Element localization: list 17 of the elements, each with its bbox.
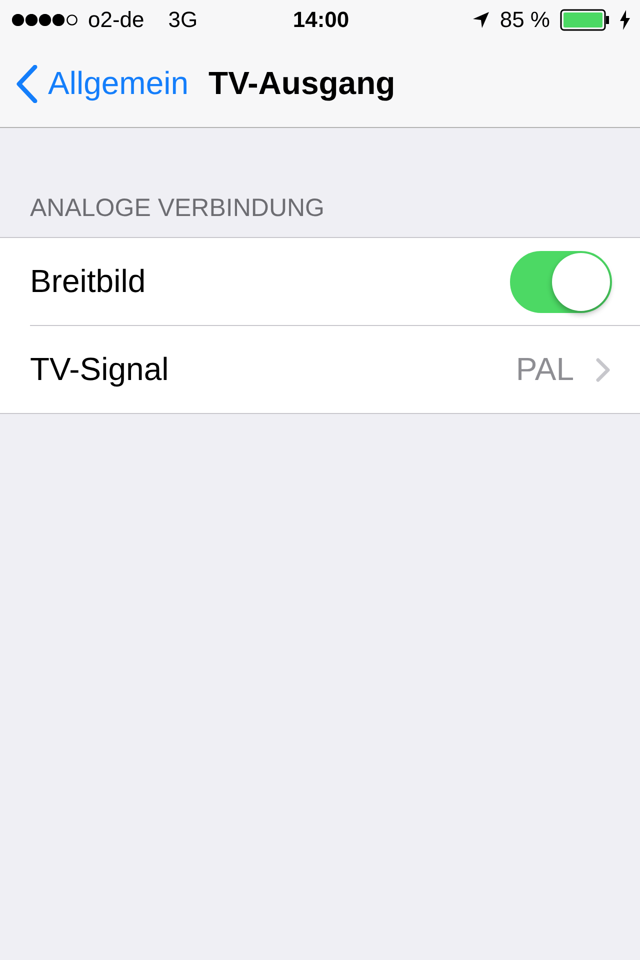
screen-title: TV-Ausgang — [208, 65, 396, 102]
setting-label: Breitbild — [30, 263, 147, 300]
location-arrow-icon — [472, 11, 490, 29]
signal-icon — [12, 14, 78, 26]
setting-label[interactable]: TV-Signal — [30, 351, 516, 388]
setting-value: PAL — [516, 351, 574, 388]
battery-icon — [560, 9, 610, 31]
back-button[interactable]: Allgemein — [16, 64, 189, 102]
chevron-left-icon — [16, 64, 38, 102]
battery-percentage: 85 % — [500, 7, 550, 33]
charging-bolt-icon — [620, 10, 630, 30]
toggle-switch[interactable] — [510, 250, 612, 312]
network-type: 3G — [168, 7, 198, 33]
chevron-right-icon — [596, 358, 610, 382]
clock-time: 14:00 — [292, 7, 350, 33]
section-header: ANALOGE VERBINDUNG — [29, 193, 326, 224]
carrier-name: o2-de — [88, 7, 144, 33]
